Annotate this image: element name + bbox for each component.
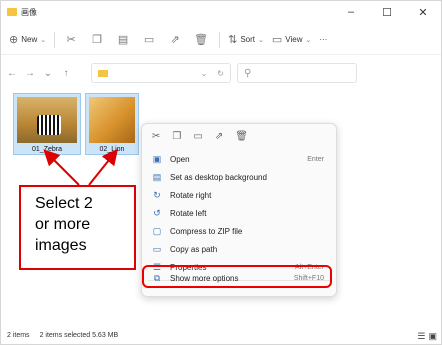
sort-icon: ⇅ [228, 34, 238, 46]
cut-icon[interactable]: ✂ [61, 30, 81, 50]
chevron-down-icon: ⌄ [305, 36, 312, 44]
open-icon: ▣ [152, 153, 162, 164]
delete-icon[interactable]: 🗑 [191, 30, 211, 50]
share-icon[interactable]: ⇗ [165, 30, 185, 50]
callout-line: images [35, 237, 87, 254]
new-button[interactable]: ⊕ New ⌄ [9, 33, 46, 46]
close-button[interactable]: ✕ [405, 1, 441, 23]
menu-item-compress-zip[interactable]: ▢ Compress to ZIP file [148, 222, 332, 240]
file-item[interactable]: 02_Lion [85, 93, 139, 155]
address-row: ← → ⌄ ↑ ⌄ ↻ ⚲ [1, 61, 441, 85]
file-name: 02_Lion [99, 146, 125, 153]
share-icon[interactable]: ⇗ [215, 131, 223, 142]
context-menu-quick-actions: ✂ ❐ ▭ ⇗ 🗑 [142, 124, 336, 148]
callout-line: or more [35, 216, 91, 233]
file-item[interactable]: 01_Zebra [13, 93, 81, 155]
chevron-down-icon: ⌄ [258, 36, 264, 44]
plus-circle-icon: ⊕ [9, 34, 19, 46]
menu-item-rotate-right[interactable]: ↻ Rotate right [148, 186, 332, 204]
view-toggle: ☰ ▣ [417, 331, 437, 342]
status-bar: 2 items 2 items selected 5.63 MB [7, 332, 118, 339]
menu-item-open[interactable]: ▣ Open Enter [148, 150, 332, 168]
folder-icon [7, 8, 17, 16]
maximize-button[interactable]: ☐ [369, 1, 405, 23]
view-button[interactable]: ▭ View ⌄ [272, 33, 311, 46]
chevron-down-icon: ⌄ [40, 36, 47, 44]
file-explorer-window: 画像 – ☐ ✕ ⊕ New ⌄ ✂ ❐ ▤ ▭ ⇗ 🗑 ⇅ Sort ⌄ ▭ … [0, 0, 442, 345]
menu-item-set-desktop[interactable]: ▤ Set as desktop background [148, 168, 332, 186]
sort-label: Sort [240, 35, 255, 44]
up-icon[interactable]: ↑ [59, 68, 73, 79]
menu-item-copy-path[interactable]: ▭ Copy as path [148, 240, 332, 258]
search-icon: ⚲ [244, 67, 252, 79]
large-icons-view-icon[interactable]: ▣ [428, 331, 437, 342]
desktop-icon: ▤ [152, 171, 162, 182]
address-bar[interactable]: ⌄ ↻ [91, 63, 231, 83]
callout-line: Select 2 [35, 195, 93, 212]
command-bar: ⊕ New ⌄ ✂ ❐ ▤ ▭ ⇗ 🗑 ⇅ Sort ⌄ ▭ View ⌄ ··… [1, 25, 441, 55]
rotate-right-icon: ↻ [153, 189, 161, 200]
divider [219, 31, 221, 48]
show-more-options-highlight [142, 265, 332, 288]
menu-item-rotate-left[interactable]: ↺ Rotate left [148, 204, 332, 222]
sort-button[interactable]: ⇅ Sort ⌄ [228, 33, 264, 46]
instruction-callout: Select 2 or more images [19, 185, 136, 270]
rename-icon[interactable]: ▭ [193, 131, 202, 142]
title-bar: 画像 – ☐ ✕ [1, 1, 441, 23]
lion-thumbnail [89, 97, 135, 143]
file-name: 01_Zebra [32, 146, 62, 153]
copy-icon[interactable]: ❐ [87, 30, 107, 50]
more-icon: ··· [319, 35, 328, 44]
selection-info: 2 items selected 5.63 MB [39, 332, 119, 339]
folder-icon [98, 69, 108, 77]
minimize-button[interactable]: – [333, 1, 369, 23]
window-title: 画像 [21, 7, 37, 17]
copy-icon[interactable]: ❐ [172, 131, 181, 142]
new-label: New [21, 35, 38, 44]
cut-icon[interactable]: ✂ [152, 131, 160, 142]
chevron-down-icon[interactable]: ⌄ [201, 69, 208, 78]
zip-icon: ▢ [152, 225, 162, 236]
search-input[interactable]: ⚲ [237, 63, 357, 83]
rename-icon[interactable]: ▭ [139, 30, 159, 50]
delete-icon[interactable]: 🗑 [235, 131, 248, 142]
refresh-icon[interactable]: ↻ [217, 69, 224, 78]
copy-path-icon: ▭ [152, 243, 162, 254]
recent-icon[interactable]: ⌄ [41, 68, 55, 79]
details-view-icon[interactable]: ☰ [417, 331, 425, 342]
forward-icon[interactable]: → [23, 68, 37, 79]
divider [54, 31, 56, 48]
item-count: 2 items [7, 332, 30, 339]
view-label: View [285, 35, 303, 44]
paste-icon[interactable]: ▤ [113, 30, 133, 50]
back-icon[interactable]: ← [5, 68, 19, 79]
view-icon: ▭ [271, 34, 283, 46]
zebra-thumbnail [17, 97, 77, 143]
more-button[interactable]: ··· [319, 35, 327, 44]
rotate-left-icon: ↺ [153, 207, 161, 218]
